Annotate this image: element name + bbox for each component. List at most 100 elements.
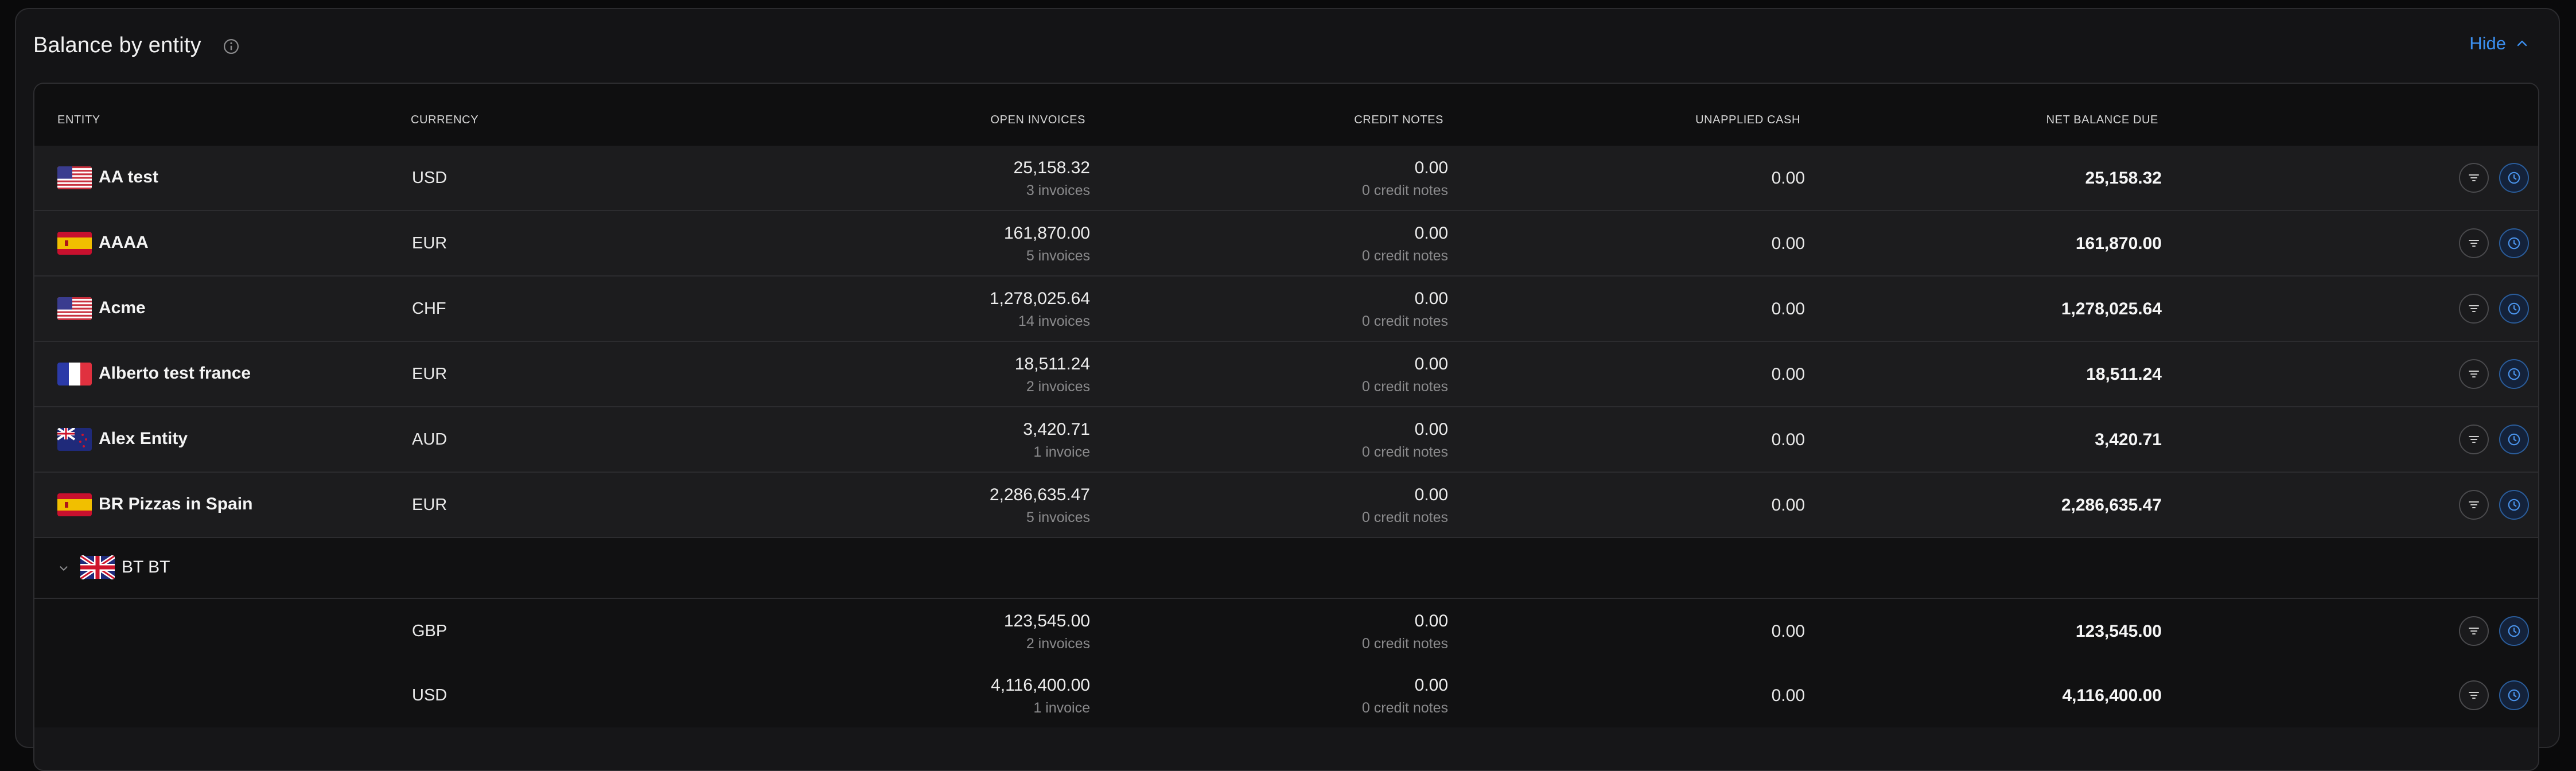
clock-icon: [2508, 368, 2520, 380]
invoice-count[interactable]: 5 invoices: [1026, 509, 1090, 526]
invoice-count[interactable]: 1 invoice: [1033, 444, 1090, 461]
credit-notes-count[interactable]: 0 credit notes: [1362, 636, 1448, 652]
history-button[interactable]: [2499, 359, 2529, 389]
entity-name[interactable]: AAAA: [99, 233, 149, 252]
credit-notes-count[interactable]: 0 credit notes: [1362, 182, 1448, 199]
currency-cell: AUD: [412, 430, 448, 449]
table-row[interactable]: Alex Entity AUD 3,420.71 1 invoice 0.00 0 cre…: [34, 407, 2538, 473]
filter-button[interactable]: [2459, 616, 2489, 646]
open-invoices-amount[interactable]: 25,158.32: [1014, 158, 1090, 178]
credit-notes-amount[interactable]: 0.00: [1415, 612, 1448, 631]
panel-title: Balance by entity: [33, 33, 201, 57]
clock-icon: [2508, 499, 2520, 511]
net-balance-due-cell: 123,545.00: [2075, 622, 2162, 641]
nz-flag-icon: [57, 428, 92, 451]
filter-button[interactable]: [2459, 294, 2489, 324]
invoice-count[interactable]: 2 invoices: [1026, 379, 1090, 395]
history-button[interactable]: [2499, 294, 2529, 324]
open-invoices-amount[interactable]: 123,545.00: [1004, 612, 1090, 631]
header-unapplied-cash[interactable]: UNAPPLIED CASH: [1695, 114, 1800, 127]
credit-notes-amount[interactable]: 0.00: [1415, 355, 1448, 374]
entity-name[interactable]: BR Pizzas in Spain: [99, 494, 252, 514]
history-button[interactable]: [2499, 680, 2529, 710]
credit-notes-amount[interactable]: 0.00: [1415, 158, 1448, 178]
invoice-count[interactable]: 1 invoice: [1033, 700, 1090, 717]
group-entity-name[interactable]: BT BT: [122, 558, 170, 577]
header-currency[interactable]: CURRENCY: [411, 114, 478, 127]
table-row[interactable]: Acme CHF 1,278,025.64 14 invoices 0.00 0 cred…: [34, 277, 2538, 342]
invoice-count[interactable]: 2 invoices: [1026, 636, 1090, 652]
currency-cell: GBP: [412, 622, 448, 640]
filter-button[interactable]: [2459, 680, 2489, 710]
credit-notes-count[interactable]: 0 credit notes: [1362, 444, 1448, 461]
us-flag-icon: [57, 166, 92, 189]
net-balance-due-cell: 18,511.24: [2086, 365, 2162, 384]
unapplied-cash-cell: 0.00: [1771, 169, 1805, 188]
open-invoices-amount[interactable]: 18,511.24: [1015, 355, 1090, 374]
filter-icon: [2469, 501, 2479, 508]
table-row[interactable]: GBP 123,545.00 2 invoices 0.00 0 credit note…: [34, 599, 2538, 663]
history-button[interactable]: [2499, 616, 2529, 646]
invoice-count[interactable]: 5 invoices: [1026, 248, 1090, 264]
filter-button[interactable]: [2459, 359, 2489, 389]
credit-notes-amount[interactable]: 0.00: [1415, 289, 1448, 309]
entity-name[interactable]: AA test: [99, 168, 158, 187]
unapplied-cash-cell: 0.00: [1771, 234, 1805, 253]
open-invoices-amount[interactable]: 3,420.71: [1023, 420, 1090, 439]
open-invoices-amount[interactable]: 161,870.00: [1004, 224, 1090, 243]
currency-cell: USD: [412, 169, 448, 187]
filter-button[interactable]: [2459, 228, 2489, 258]
open-invoices-amount[interactable]: 2,286,635.47: [990, 485, 1090, 505]
credit-notes-count[interactable]: 0 credit notes: [1362, 313, 1448, 330]
history-button[interactable]: [2499, 490, 2529, 520]
group-row[interactable]: BT BT: [34, 538, 2538, 599]
credit-notes-count[interactable]: 0 credit notes: [1362, 700, 1448, 717]
header-open-invoices[interactable]: OPEN INVOICES: [990, 114, 1085, 127]
uk-flag-icon: [80, 555, 115, 579]
credit-notes-amount[interactable]: 0.00: [1415, 420, 1448, 439]
table-row[interactable]: AAAA EUR 161,870.00 5 invoices 0.00 0 credit …: [34, 211, 2538, 277]
open-invoices-amount[interactable]: 4,116,400.00: [991, 676, 1090, 695]
clock-icon: [2508, 237, 2520, 250]
header-entity[interactable]: ENTITY: [57, 114, 100, 127]
filter-icon: [2469, 436, 2479, 443]
credit-notes-count[interactable]: 0 credit notes: [1362, 248, 1448, 264]
es-flag-icon: [57, 232, 92, 255]
entity-name[interactable]: Alberto test france: [99, 364, 251, 383]
credit-notes-count[interactable]: 0 credit notes: [1362, 379, 1448, 395]
credit-notes-count[interactable]: 0 credit notes: [1362, 509, 1448, 526]
filter-icon: [2469, 174, 2479, 181]
filter-button[interactable]: [2459, 425, 2489, 454]
clock-icon: [2508, 433, 2520, 446]
table-row[interactable]: AA test USD 25,158.32 3 invoices 0.00 0 credi…: [34, 146, 2538, 211]
history-button[interactable]: [2499, 163, 2529, 193]
table-row[interactable]: USD 4,116,400.00 1 invoice 0.00 0 credit not…: [34, 663, 2538, 727]
net-balance-due-cell: 25,158.32: [2085, 169, 2162, 188]
invoice-count[interactable]: 3 invoices: [1026, 182, 1090, 199]
net-balance-due-cell: 2,286,635.47: [2061, 496, 2162, 515]
filter-button[interactable]: [2459, 490, 2489, 520]
open-invoices-amount[interactable]: 1,278,025.64: [990, 289, 1090, 309]
net-balance-due-cell: 3,420.71: [2095, 430, 2162, 449]
hide-button[interactable]: Hide: [2469, 33, 2529, 54]
credit-notes-amount[interactable]: 0.00: [1415, 676, 1448, 695]
invoice-count[interactable]: 14 invoices: [1018, 313, 1090, 330]
history-button[interactable]: [2499, 228, 2529, 258]
filter-button[interactable]: [2459, 163, 2489, 193]
table-row[interactable]: BR Pizzas in Spain EUR 2,286,635.47 5 invoi…: [34, 473, 2538, 538]
currency-cell: EUR: [412, 365, 448, 383]
credit-notes-amount[interactable]: 0.00: [1415, 485, 1448, 505]
currency-cell: EUR: [412, 234, 448, 252]
currency-cell: CHF: [412, 299, 446, 318]
entity-name[interactable]: Alex Entity: [99, 429, 188, 449]
history-button[interactable]: [2499, 425, 2529, 454]
header-net-balance-due[interactable]: NET BALANCE DUE: [2046, 114, 2158, 127]
entity-name[interactable]: Acme: [99, 298, 146, 318]
chevron-down-icon[interactable]: [57, 562, 70, 575]
fr-flag-icon: [57, 363, 92, 386]
clock-icon: [2508, 302, 2520, 315]
table-row[interactable]: Alberto test france EUR 18,511.24 2 invoice…: [34, 342, 2538, 407]
credit-notes-amount[interactable]: 0.00: [1415, 224, 1448, 243]
header-credit-notes[interactable]: CREDIT NOTES: [1354, 114, 1443, 127]
info-icon[interactable]: [223, 38, 240, 55]
